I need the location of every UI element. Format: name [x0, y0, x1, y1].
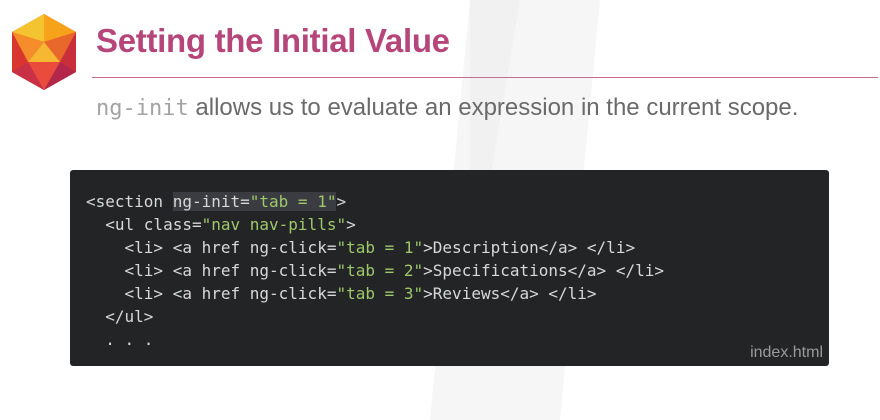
- code-token: >: [336, 192, 347, 211]
- code-line: . . .: [86, 328, 664, 351]
- highlighted-code-token: ng-init=: [172, 192, 250, 211]
- code-token: >Reviews</a> </li>: [423, 284, 597, 303]
- code-token: >: [346, 215, 356, 234]
- code-token: >Specifications</a> </li>: [423, 261, 664, 280]
- code-token: </ul>: [105, 307, 154, 326]
- code-token: <li> <a href ng-click=: [124, 284, 337, 303]
- code-token: "tab = 3": [336, 284, 424, 303]
- subtitle-text: allows us to evaluate an expression in t…: [188, 94, 799, 121]
- code-token: <section: [86, 192, 173, 211]
- subtitle-code: ng-init: [96, 96, 189, 121]
- code-line: <li> <a href ng-click="tab = 1">Descript…: [86, 236, 664, 259]
- code-line: <ul class="nav nav-pills">: [86, 213, 664, 236]
- code-token: <li> <a href ng-click=: [124, 238, 337, 257]
- code-token: >Description</a> </li>: [423, 238, 636, 257]
- code-token: <li> <a href ng-click=: [124, 261, 337, 280]
- code-filename: index.html: [750, 344, 823, 361]
- title-divider: [92, 77, 878, 78]
- code-token: "tab = 1": [336, 238, 424, 257]
- code-line: <li> <a href ng-click="tab = 3">Reviews<…: [86, 282, 664, 305]
- code-block: <section ng-init="tab = 1"> <ul class="n…: [86, 190, 664, 351]
- gem-logo-icon: [12, 14, 76, 90]
- code-token: "tab = 2": [336, 261, 424, 280]
- code-line: <li> <a href ng-click="tab = 2">Specific…: [86, 259, 664, 282]
- code-token: . . .: [105, 330, 154, 349]
- slide-title: Setting the Initial Value: [96, 22, 450, 59]
- code-panel: <section ng-init="tab = 1"> <ul class="n…: [70, 170, 829, 366]
- code-line: </ul>: [86, 305, 664, 328]
- code-token: <ul class=: [105, 215, 202, 234]
- code-token: "nav nav-pills": [201, 215, 347, 234]
- highlighted-code-token: "tab = 1": [249, 192, 337, 211]
- slide-subtitle: ng-init allows us to evaluate an express…: [96, 94, 798, 122]
- code-line: <section ng-init="tab = 1">: [86, 190, 664, 213]
